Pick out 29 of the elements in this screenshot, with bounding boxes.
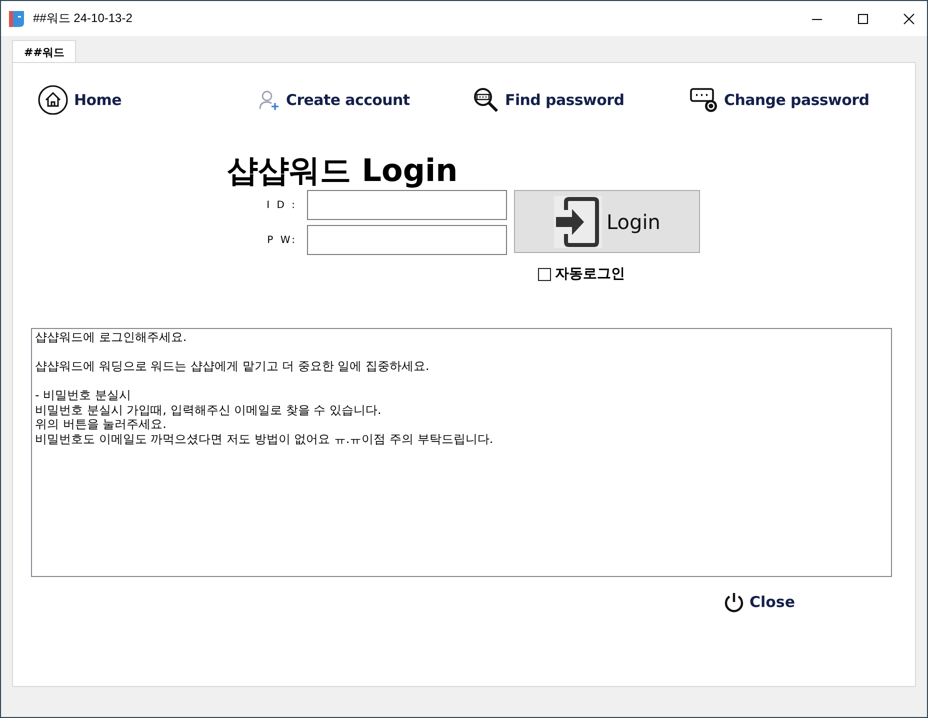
close-button[interactable]: Close [723,591,795,613]
window-title: ##워드 24-10-13-2 [33,10,132,27]
password-search-icon [473,87,499,113]
password-reset-icon [690,87,718,113]
pw-label: P W: [266,234,298,246]
close-icon[interactable] [903,12,915,24]
login-button[interactable]: Login [514,190,700,253]
message-line: - 비밀번호 분실시 [35,388,132,402]
home-icon [38,85,68,115]
message-line: 샵샵워드에 로그인해주세요. [35,330,188,344]
add-user-icon [258,89,280,111]
id-label: I D : [266,200,298,210]
pw-field[interactable] [307,225,507,255]
message-line: 비밀번호 분실시 가입때, 입력해주신 이메일로 찾을 수 있습니다. [35,402,382,417]
nav-link[interactable]: Home [38,80,258,120]
message-line: 비밀번호도 이메일도 까먹으셨다면 저도 방법이 없어요 ㅠ.ㅠ이점 주의 부탁드립니다. [35,432,494,446]
tab[interactable]: ##워드 [12,40,76,62]
nav-link[interactable]: Change password [690,80,915,120]
nav-link[interactable]: Find password [473,80,690,120]
message-line: 위의 버튼을 눌러주세요. [35,417,168,432]
login-title: 샵샵워드 Login [227,152,459,190]
nav-link[interactable]: Create account [258,80,473,120]
app-icon [9,10,25,28]
auto-login-checkbox[interactable]: 자동로그인 [538,265,625,283]
login-icon [554,196,602,248]
message-line: 샵샵워드에 워딩으로 워드는 샵샵에게 맡기고 더 중요한 일에 집중하세요. [35,359,430,374]
power-icon [723,591,746,613]
maximize-icon[interactable] [857,12,869,24]
id-field[interactable] [307,190,507,220]
